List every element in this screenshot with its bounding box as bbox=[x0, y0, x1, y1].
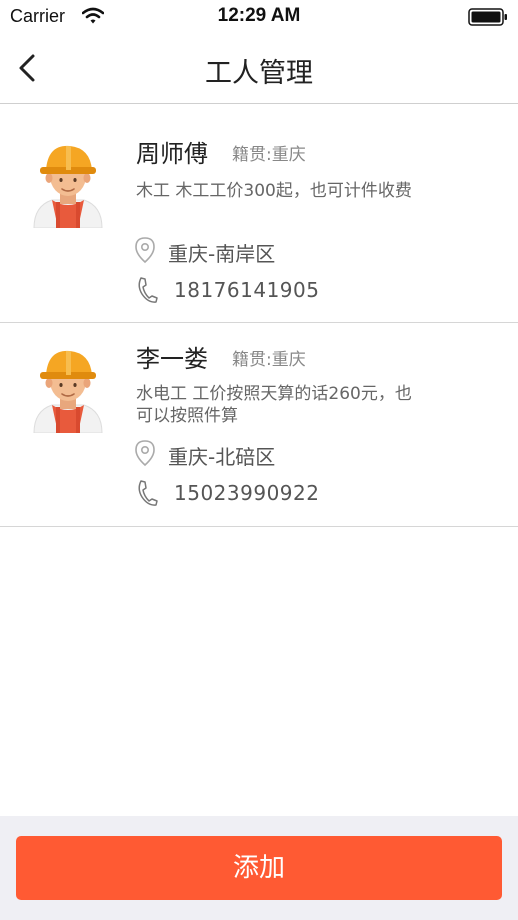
clock: 12:29 AM bbox=[217, 5, 301, 26]
worker-phone[interactable]: 18176141905 bbox=[174, 278, 319, 302]
worker-name: 李一娄 bbox=[136, 345, 208, 373]
phone-icon[interactable] bbox=[136, 276, 158, 304]
page-title: 工人管理 bbox=[205, 58, 313, 89]
worker-avatar-icon bbox=[33, 145, 103, 228]
phone-icon[interactable] bbox=[136, 479, 158, 507]
location-pin-icon bbox=[135, 440, 155, 467]
worker-location: 重庆-北碚区 bbox=[168, 445, 276, 469]
bottom-bar: 添加 bbox=[0, 816, 518, 920]
worker-avatar-icon bbox=[33, 350, 103, 433]
worker-name: 周师傅 bbox=[136, 140, 208, 168]
worker-description: 木工 木工工价300起，也可计件收费 bbox=[136, 181, 412, 201]
worker-card[interactable]: 周师傅 籍贯:重庆 木工 木工工价300起，也可计件收费 重庆-南岸区 1817… bbox=[0, 104, 518, 323]
status-bar: Carrier 12:29 AM bbox=[0, 0, 518, 34]
battery-icon bbox=[468, 8, 507, 26]
worker-location: 重庆-南岸区 bbox=[168, 242, 276, 266]
location-pin-icon bbox=[135, 237, 155, 264]
nav-bar: 工人管理 bbox=[0, 34, 518, 104]
worker-origin: 籍贯:重庆 bbox=[232, 145, 306, 165]
add-worker-button[interactable]: 添加 bbox=[16, 836, 502, 900]
worker-phone[interactable]: 15023990922 bbox=[174, 481, 319, 505]
worker-list: 周师傅 籍贯:重庆 木工 木工工价300起，也可计件收费 重庆-南岸区 1817… bbox=[0, 104, 518, 527]
worker-origin: 籍贯:重庆 bbox=[232, 350, 306, 370]
worker-description: 水电工 工价按照天算的话260元，也可以按照件算 bbox=[136, 384, 412, 426]
worker-card[interactable]: 李一娄 籍贯:重庆 水电工 工价按照天算的话260元，也可以按照件算 重庆-北碚… bbox=[0, 323, 518, 527]
